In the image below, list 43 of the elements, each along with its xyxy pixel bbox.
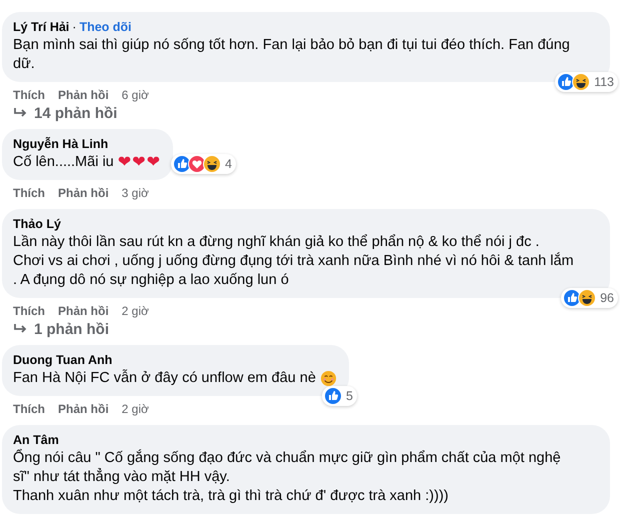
comment-text: dữ. [13, 55, 35, 74]
laughing-face-icon [578, 289, 596, 307]
view-replies-link[interactable]: 1 phản hồi [14, 321, 109, 338]
laughing-face-icon [202, 155, 221, 173]
reaction-badge[interactable]: 96 [561, 288, 618, 308]
comment-text: Cố lên.....Mãi iu [13, 153, 115, 172]
comment-text: Thanh xuân như một tách trà, trà gì thì trà chứ đ' được trà xanh :)))) [13, 487, 448, 506]
heart-emoji: ❤❤❤ [118, 153, 161, 172]
action-link[interactable]: Thích [13, 88, 45, 102]
comment-text: Ổng nói câu " Cố gắng sống đạo đức và chuẩn mực giữ gìn phẩm chất của một nghệ [13, 449, 561, 468]
comment-text: sĩ" như tát thẳng vào mặt HH vậy. [13, 468, 230, 487]
action-link[interactable]: Phản hồi [58, 304, 109, 318]
reply-arrow-icon [14, 324, 28, 336]
reply-arrow-icon [14, 108, 28, 120]
comment-text: . A đụng dô nó sự nghiệp a lao xuống lun ó [13, 271, 289, 290]
like-icon [324, 387, 342, 405]
author-name[interactable]: An Tâm [13, 432, 59, 449]
timestamp: 2 giờ [122, 402, 149, 416]
timestamp: 2 giờ [122, 304, 149, 318]
action-link[interactable]: Phản hồi [58, 402, 109, 416]
action-link[interactable]: Thích [13, 186, 45, 200]
comment-text: Fan Hà Nội FC vẫn ở đây có unflow em đâu nè [13, 369, 317, 388]
author-name[interactable]: Nguyễn Hà Linh [13, 136, 108, 153]
timestamp: 6 giờ [122, 88, 149, 102]
reaction-badge[interactable]: 5 [322, 386, 357, 406]
author-name[interactable]: Duong Tuan Anh [13, 352, 112, 369]
smiling-face-icon [320, 370, 337, 387]
reaction-badge[interactable]: 4 [170, 154, 236, 174]
action-link[interactable]: Phản hồi [58, 88, 109, 102]
follow-link[interactable]: Theo dõi [79, 19, 132, 36]
comment-text: Lần này thôi lần sau rút kn a đừng nghĩ khán giả ko thể phẩn nộ & ko thể nói j đc . [13, 233, 540, 252]
action-link[interactable]: Phản hồi [58, 186, 109, 200]
author-name[interactable]: Lý Trí Hải [13, 19, 70, 36]
comment-text: Bạn mình sai thì giúp nó sống tốt hơn. Fan lại bảo bỏ bạn đi tụi tui đéo thích. Fan đúng [13, 36, 570, 55]
separator-dot: · [72, 19, 76, 36]
action-link[interactable]: Thích [13, 304, 45, 318]
author-name[interactable]: Thảo Lý [13, 216, 61, 233]
action-link[interactable]: Thích [13, 402, 45, 416]
comment-text: Chơi vs ai chơi , uống j uống đừng đụng tới trà xanh nữa Bình nhé vì nó hôi & tanh lắm [13, 252, 574, 271]
laughing-face-icon [572, 73, 590, 91]
timestamp: 3 giờ [122, 186, 149, 200]
view-replies-link[interactable]: 14 phản hồi [14, 105, 118, 122]
reaction-badge[interactable]: 113 [555, 72, 618, 92]
